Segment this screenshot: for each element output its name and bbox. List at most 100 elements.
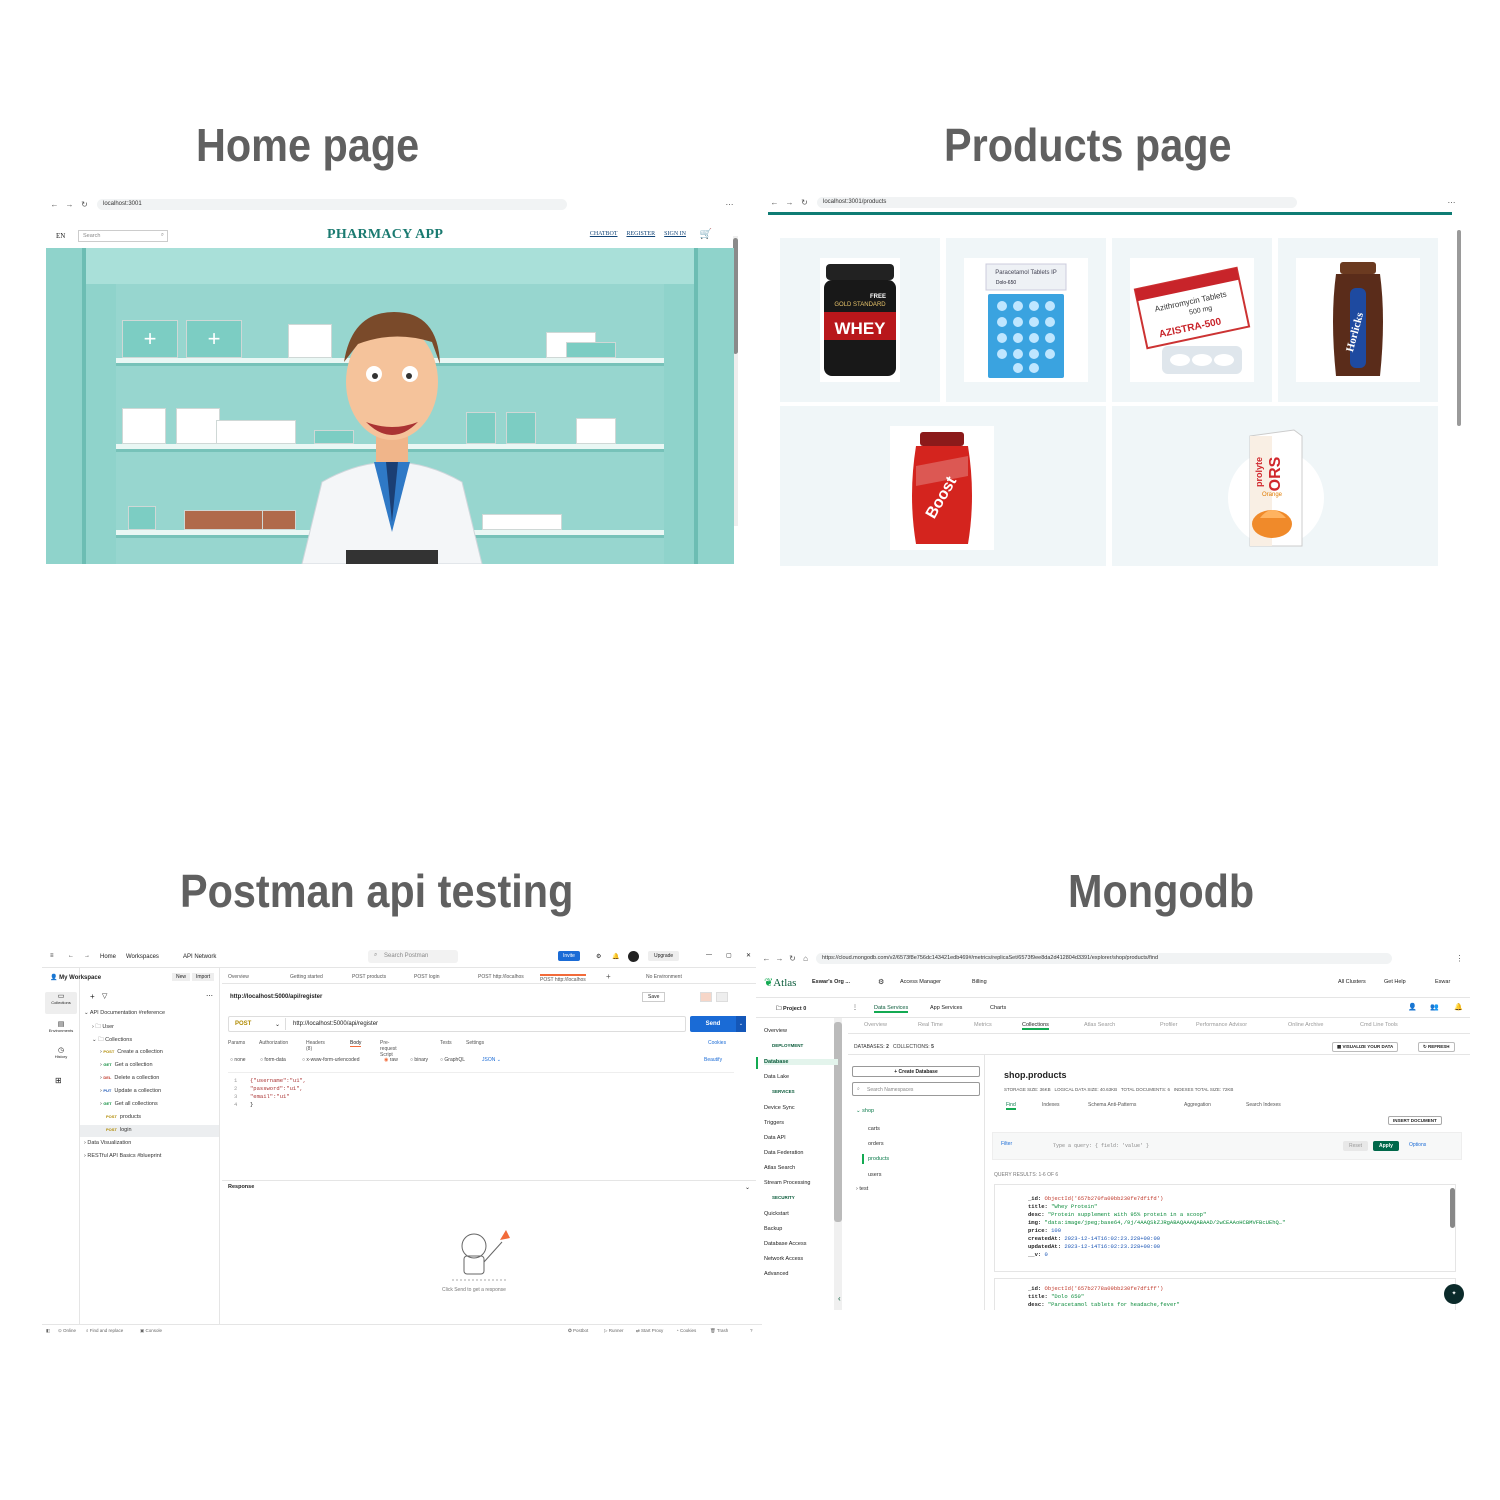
nav-api-network[interactable]: API Network	[183, 954, 216, 960]
tab-profiler[interactable]: Profiler	[1160, 1022, 1177, 1028]
doc-icon[interactable]	[716, 992, 728, 1002]
tree-item[interactable]: › GET Get a collection	[100, 1062, 153, 1068]
help-icon[interactable]: ?	[750, 1328, 753, 1333]
product-card[interactable]: prolyte ORS Orange	[1112, 406, 1438, 566]
namespace-db-test[interactable]: › test	[856, 1186, 868, 1192]
tree-item[interactable]: › POST Create a collection	[100, 1049, 163, 1055]
tree-item-selected[interactable]: POST login	[106, 1127, 132, 1133]
billing-link[interactable]: Billing	[972, 979, 987, 985]
invite-icon[interactable]: 👥	[1430, 1003, 1439, 1011]
side-nav-item[interactable]: Backup	[764, 1226, 782, 1232]
menu-icon[interactable]: ⋮	[1455, 954, 1464, 963]
product-card[interactable]: Horlicks	[1278, 238, 1438, 402]
namespace-collection-active[interactable]: products	[868, 1156, 889, 1162]
atlas-logo[interactable]: ❦Atlas	[764, 976, 796, 989]
namespace-collection[interactable]: orders	[868, 1141, 884, 1147]
tab-find[interactable]: Find	[1006, 1102, 1016, 1110]
status-online[interactable]: ⊙ Online	[58, 1328, 76, 1334]
access-manager[interactable]: Access Manager	[900, 979, 941, 985]
tab-search-indexes[interactable]: Search Indexes	[1246, 1102, 1281, 1108]
product-card[interactable]: Boost	[780, 406, 1106, 566]
tree-item[interactable]: › 🗀 User	[92, 1023, 114, 1032]
apply-button[interactable]: Apply	[1373, 1141, 1399, 1151]
side-nav-item[interactable]: Device Sync	[764, 1105, 795, 1111]
project-select[interactable]: 🗀 Project 0	[776, 1005, 806, 1014]
namespace-db-shop[interactable]: ⌄ shop	[856, 1108, 874, 1114]
assistant-icon[interactable]: ✦	[1444, 1284, 1464, 1304]
method-select[interactable]: POST	[235, 1021, 251, 1027]
chevron-down-icon[interactable]: ⌄	[745, 1184, 750, 1191]
back-icon[interactable]: ←	[68, 953, 74, 959]
tab-localhost-1[interactable]: POST http://localhos	[478, 974, 524, 980]
user-icon[interactable]: 👤	[1408, 1003, 1417, 1011]
side-nav-item[interactable]: Overview	[764, 1028, 787, 1034]
more-icon[interactable]: ⋮	[852, 1004, 858, 1011]
radio-none[interactable]: ○ none	[230, 1057, 246, 1063]
tree-item[interactable]: › PUT Update a collection	[100, 1088, 161, 1094]
add-tab-icon[interactable]: +	[606, 972, 611, 981]
tab-metrics[interactable]: Metrics	[974, 1022, 992, 1028]
forward-icon[interactable]: →	[65, 200, 74, 209]
tree-item[interactable]: POST products	[106, 1114, 141, 1120]
tab-getting-started[interactable]: Getting started	[290, 974, 323, 980]
address-bar[interactable]: https://cloud.mongodb.com/v2/6573f8e756d…	[816, 952, 1392, 964]
trash[interactable]: 🗑 Trash	[710, 1328, 728, 1334]
save-button[interactable]: Save	[642, 992, 666, 1002]
side-nav-item[interactable]: Database Access	[764, 1241, 807, 1247]
side-nav-item[interactable]: Data Federation	[764, 1150, 803, 1156]
side-nav-item[interactable]: Data Lake	[764, 1074, 789, 1080]
namespace-collection[interactable]: users	[868, 1172, 881, 1178]
product-card[interactable]: GOLD STANDARD FREE WHEY	[780, 238, 940, 402]
product-card[interactable]: Paracetamol Tablets IP Dolo-650	[946, 238, 1106, 402]
tree-item[interactable]: › DEL Delete a collection	[100, 1075, 159, 1081]
side-nav-item[interactable]: Stream Processing	[764, 1180, 810, 1186]
upgrade-button[interactable]: Upgrade	[648, 951, 680, 961]
apps-icon[interactable]: ⊞	[55, 1076, 62, 1085]
scrollbar[interactable]	[1457, 230, 1461, 426]
search-namespaces-input[interactable]: ⌕ Search Namespaces	[852, 1082, 980, 1096]
menu-icon[interactable]: ⋯	[725, 200, 734, 209]
namespace-collection[interactable]: carts	[868, 1126, 880, 1132]
search-input[interactable]: ⌕ Search Postman	[368, 950, 458, 963]
nav-home[interactable]: Home	[100, 954, 116, 960]
tab-cmd-line-tools[interactable]: Cmd Line Tools	[1360, 1022, 1398, 1028]
menu-icon[interactable]: ≡	[50, 953, 54, 959]
tab-collections[interactable]: Collections	[1022, 1022, 1049, 1030]
start-proxy[interactable]: ⇄ Start Proxy	[636, 1328, 663, 1334]
forward-icon[interactable]: →	[775, 954, 784, 963]
reload-icon[interactable]: ↻	[80, 200, 89, 209]
tab-schema-anti-patterns[interactable]: Schema Anti-Patterns	[1088, 1102, 1136, 1108]
find-replace[interactable]: ⌕ Find and replace	[86, 1328, 123, 1333]
send-options-icon[interactable]: ⌄	[736, 1016, 746, 1032]
bell-icon[interactable]: 🔔	[612, 953, 619, 960]
reset-button[interactable]: Reset	[1343, 1141, 1369, 1151]
side-nav-item[interactable]: Atlas Search	[764, 1165, 795, 1171]
forward-icon[interactable]: →	[84, 953, 90, 959]
nav-link-signin[interactable]: SIGN IN	[664, 231, 686, 237]
filter-label[interactable]: Filter	[1001, 1141, 1012, 1147]
minimize-icon[interactable]: —	[706, 952, 712, 958]
address-bar[interactable]: localhost:3001/products	[817, 196, 1297, 208]
collapse-icon[interactable]: ‹	[838, 1294, 841, 1303]
cart-icon[interactable]: 🛒	[700, 229, 712, 240]
forward-icon[interactable]: →	[785, 198, 794, 207]
body-editor[interactable]: 1 {"username":"u1", 2 "password":"u1", 3…	[228, 1072, 734, 1178]
tab-performance-advisor[interactable]: Performance Advisor	[1196, 1022, 1247, 1028]
back-icon[interactable]: ←	[50, 200, 59, 209]
nav-workspaces[interactable]: Workspaces	[126, 954, 159, 960]
tree-item[interactable]: › Data Visualization	[84, 1140, 131, 1146]
subtab-headers[interactable]: Headers (8)	[306, 1040, 325, 1052]
runner[interactable]: ▷ Runner	[604, 1328, 623, 1334]
subtab-authorization[interactable]: Authorization	[259, 1040, 288, 1046]
side-nav-item[interactable]: Advanced	[764, 1271, 788, 1277]
rail-history[interactable]: ◷ History	[45, 1046, 77, 1068]
radio-graphql[interactable]: ○ GraphQL	[440, 1057, 465, 1063]
menu-icon[interactable]: ⋯	[1447, 198, 1456, 207]
format-select[interactable]: JSON ⌄	[482, 1057, 501, 1063]
tab-overview[interactable]: Overview	[228, 974, 249, 980]
home-icon[interactable]: ⌂	[801, 954, 810, 963]
nav-link-register[interactable]: REGISTER	[626, 231, 655, 237]
tab-products[interactable]: POST products	[352, 974, 386, 980]
subtab-settings[interactable]: Settings	[466, 1040, 484, 1046]
tab-data-services[interactable]: Data Services	[874, 1005, 909, 1013]
